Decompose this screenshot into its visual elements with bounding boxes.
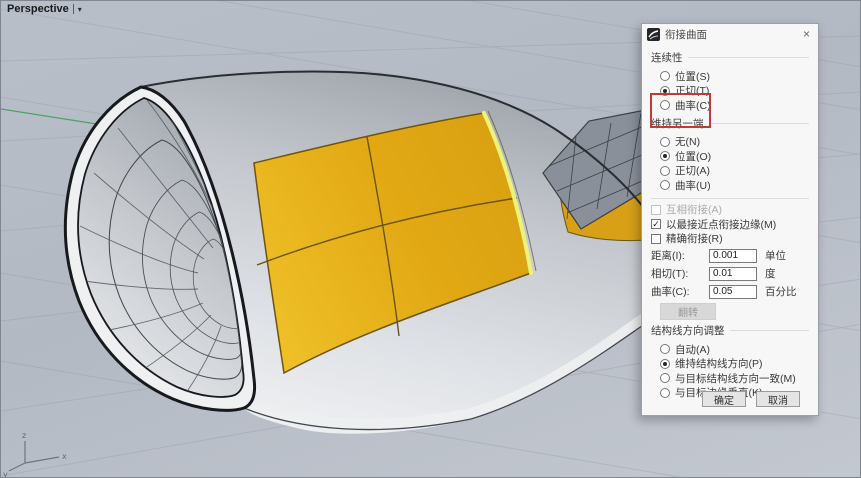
distance-unit: 单位: [765, 248, 809, 263]
curvature-input[interactable]: [709, 285, 757, 299]
radio-maintain-curvature[interactable]: 曲率(U): [651, 178, 809, 193]
axis-gizmo-labels: z x y: [3, 431, 67, 478]
radio-icon: [660, 100, 670, 110]
dialog-titlebar[interactable]: 衔接曲面 ×: [642, 24, 818, 44]
distance-input[interactable]: [709, 249, 757, 263]
checkbox-icon: [651, 234, 661, 244]
radio-selected-icon: [660, 359, 670, 369]
close-icon[interactable]: ×: [801, 28, 812, 40]
radio-isocurve-preserve[interactable]: 维持结构线方向(P): [651, 357, 809, 372]
match-surface-icon: [647, 28, 660, 41]
radio-continuity-position[interactable]: 位置(S): [651, 69, 809, 84]
model-nacelle: [65, 72, 661, 434]
radio-icon: [660, 166, 670, 176]
distance-label: 距离(I):: [651, 248, 703, 263]
radio-icon: [660, 71, 670, 81]
radio-isocurve-automatic[interactable]: 自动(A): [651, 342, 809, 357]
ok-button[interactable]: 确定: [702, 391, 746, 407]
separator: [651, 198, 809, 199]
checkbox-checked-icon: ✓: [651, 219, 661, 229]
radio-selected-icon: [660, 86, 670, 96]
rhino-viewport-window: z x y Perspective ▾ 衔接曲面 × 连续性: [0, 0, 861, 478]
radio-icon: [660, 344, 670, 354]
svg-text:y: y: [3, 470, 8, 478]
svg-text:z: z: [22, 431, 26, 440]
viewport-title-menu[interactable]: Perspective ▾: [7, 3, 82, 15]
match-surface-dialog: 衔接曲面 × 连续性 位置(S) 正切(T) 曲率(C) 维持: [641, 23, 819, 416]
isocurve-adjust-header: 结构线方向调整: [651, 323, 809, 338]
tangency-input[interactable]: [709, 267, 757, 281]
flip-button: 翻转: [660, 303, 716, 320]
dialog-footer: 确定 取消: [702, 391, 800, 407]
checkbox-icon: [651, 205, 661, 215]
curvature-label: 曲率(C):: [651, 284, 703, 299]
dialog-title: 衔接曲面: [665, 27, 796, 42]
svg-text:x: x: [62, 452, 67, 461]
tangency-unit: 度: [765, 266, 809, 281]
radio-icon: [660, 373, 670, 383]
continuity-header: 连续性: [651, 50, 809, 65]
dialog-body: 连续性 位置(S) 正切(T) 曲率(C) 维持另一端 无(N): [642, 44, 818, 400]
maintain-other-end-header: 维持另一端: [651, 116, 809, 131]
tolerance-fields: 距离(I): 单位 相切(T): 度 曲率(C): 百分比: [651, 248, 809, 299]
viewport-title-divider: [73, 4, 74, 14]
radio-icon: [660, 388, 670, 398]
cancel-button[interactable]: 取消: [756, 391, 800, 407]
radio-continuity-tangency[interactable]: 正切(T): [651, 84, 809, 99]
radio-continuity-curvature[interactable]: 曲率(C): [651, 98, 809, 113]
viewport-title-label: Perspective: [7, 3, 69, 15]
radio-isocurve-match-target[interactable]: 与目标结构线方向一致(M): [651, 371, 809, 386]
radio-icon: [660, 137, 670, 147]
checkbox-match-by-closest-points[interactable]: ✓ 以最接近点衔接边缘(M): [651, 217, 809, 232]
chevron-down-icon[interactable]: ▾: [78, 5, 82, 14]
checkbox-refine-match[interactable]: 精确衔接(R): [651, 232, 809, 247]
curvature-unit: 百分比: [765, 284, 809, 299]
radio-maintain-position[interactable]: 位置(O): [651, 149, 809, 164]
tangency-label: 相切(T):: [651, 266, 703, 281]
radio-maintain-tangency[interactable]: 正切(A): [651, 164, 809, 179]
radio-selected-icon: [660, 151, 670, 161]
checkbox-match-both: 互相衔接(A): [651, 203, 809, 218]
axis-gizmo: [9, 441, 59, 471]
radio-icon: [660, 180, 670, 190]
radio-maintain-none[interactable]: 无(N): [651, 135, 809, 150]
